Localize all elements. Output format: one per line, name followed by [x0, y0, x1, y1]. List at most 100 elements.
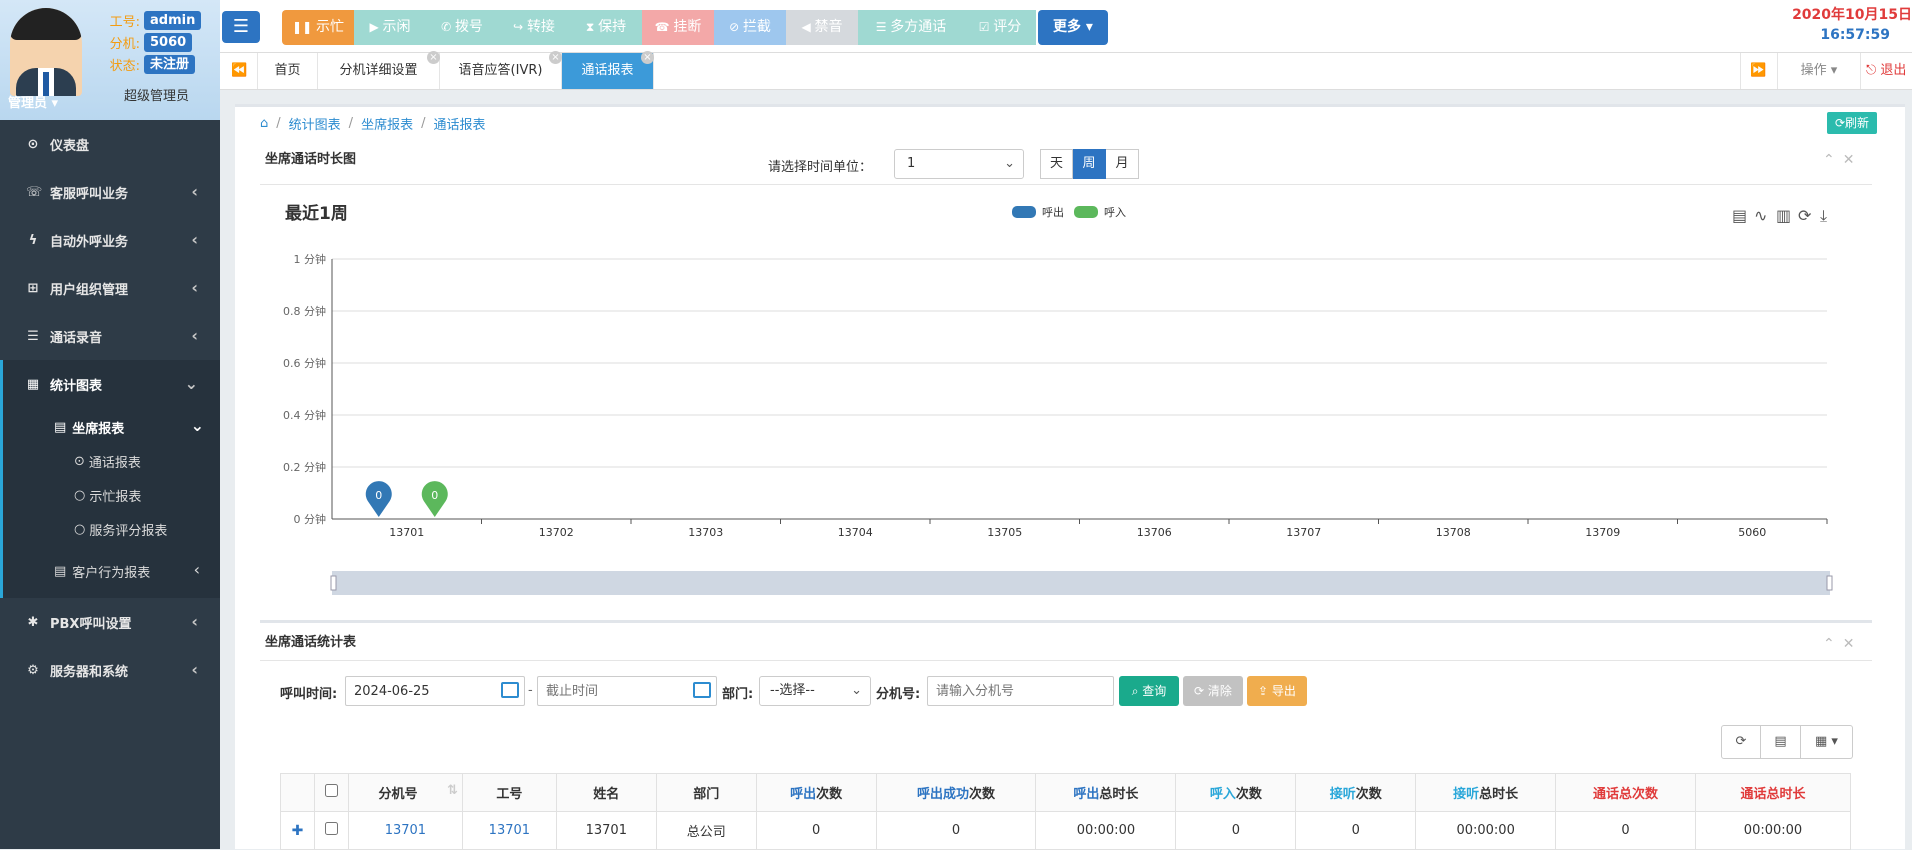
calendar-icon[interactable]: [501, 682, 519, 698]
close-icon[interactable]: ✕: [1843, 152, 1863, 168]
subitem-label: 服务评分报表: [89, 523, 168, 539]
refresh-button[interactable]: ⟳刷新: [1827, 112, 1877, 134]
sidebar-subitem-2[interactable]: ○ 服务评分报表: [0, 514, 220, 544]
zoom-slider-window[interactable]: [332, 571, 1830, 595]
search-label: 查询: [1142, 684, 1167, 698]
toolbar-button-5[interactable]: ☎ 挂断: [642, 10, 714, 45]
calendar-icon[interactable]: [693, 682, 711, 698]
table-cell: 0: [1295, 811, 1417, 850]
toolbar-button-7[interactable]: ◀ 禁音: [786, 10, 858, 45]
line-chart-icon[interactable]: ∿: [1754, 206, 1767, 225]
column-header: 部门: [655, 773, 757, 812]
tab-3[interactable]: 通话报表 ×: [562, 51, 654, 89]
unit-button-1[interactable]: 周: [1073, 149, 1106, 179]
sidebar-item-1[interactable]: ☏ 客服呼叫业务 ‹: [0, 168, 220, 216]
extension-filter-label: 分机号:: [876, 687, 921, 702]
close-icon[interactable]: ✕: [1843, 636, 1863, 652]
breadcrumb: ⌂ / 统计图表 / 坐席报表 / 通话报表: [260, 114, 486, 133]
zoom-handle-left[interactable]: [330, 575, 337, 591]
x-tick-label: 13703: [688, 526, 723, 539]
tab-2[interactable]: 语音应答(IVR) ×: [440, 51, 562, 89]
unit-button-0[interactable]: 天: [1040, 149, 1073, 179]
toggle-view-button[interactable]: ▤: [1761, 725, 1801, 759]
toolbar-button-4[interactable]: ⧗ 保持: [570, 10, 642, 45]
sidebar-sub-report[interactable]: ▤ 坐席报表 ⌄: [0, 412, 220, 442]
toolbar-button-2[interactable]: ✆ 拨号: [426, 10, 498, 45]
sidebar-item-3[interactable]: ⊞ 用户组织管理 ‹: [0, 264, 220, 312]
breadcrumb-item[interactable]: 通话报表: [433, 114, 485, 133]
bar-chart-icon[interactable]: ▥: [1776, 206, 1791, 225]
table-cell[interactable]: 13701: [461, 811, 557, 850]
dept-select[interactable]: --选择-- ⌄: [759, 676, 871, 706]
operate-dropdown[interactable]: 操作 ▾: [1777, 53, 1861, 89]
row-checkbox[interactable]: [324, 822, 338, 835]
time-unit-label: 请选择时间单位：: [768, 160, 873, 175]
select-all-checkbox[interactable]: [324, 784, 338, 797]
zoom-handle-right[interactable]: [1826, 575, 1833, 591]
admin-dropdown[interactable]: 管理员 ▾: [8, 92, 58, 111]
home-icon[interactable]: ⌂: [260, 116, 268, 131]
close-icon[interactable]: ×: [641, 51, 654, 64]
download-icon[interactable]: ⤓: [1820, 206, 1827, 225]
column-header[interactable]: 分机号 ⇅: [347, 773, 463, 812]
sidebar-item-4[interactable]: ☰ 通话录音 ‹: [0, 312, 220, 360]
sidebar-subitem-0[interactable]: ⊙ 通话报表: [0, 446, 220, 476]
toolbar-button-9[interactable]: ☑ 评分: [964, 10, 1036, 45]
extension-label: 分机:: [109, 37, 140, 52]
toolbar-button-3[interactable]: ↪ 转接: [498, 10, 570, 45]
breadcrumb-item[interactable]: 坐席报表: [361, 114, 413, 133]
column-header-highlight: 通话总时长: [1740, 787, 1806, 802]
chart-title-part: 图: [343, 152, 357, 167]
extension-search-input[interactable]: [927, 676, 1114, 706]
close-icon[interactable]: ×: [427, 51, 440, 64]
search-button[interactable]: ⌕ 查询: [1119, 676, 1179, 706]
end-date-input[interactable]: [537, 676, 717, 706]
legend-swatch[interactable]: [1074, 206, 1098, 218]
columns-button[interactable]: ▦ ▾: [1801, 725, 1853, 759]
close-icon[interactable]: ×: [549, 51, 562, 64]
worker-id-badge: admin: [144, 11, 202, 30]
hangup-icon: ☎: [654, 20, 674, 34]
unit-button-2[interactable]: 月: [1106, 149, 1139, 179]
panel-controls: ⌃✕: [1823, 636, 1862, 652]
chevron-up-icon[interactable]: ⌃: [1823, 152, 1843, 168]
refresh-icon[interactable]: ⟳: [1798, 206, 1812, 225]
check-icon: ☑: [978, 20, 994, 34]
toolbar-button-0[interactable]: ❚❚ 示忙: [282, 10, 354, 45]
plus-icon[interactable]: ✚: [292, 823, 304, 839]
toolbar-button-8[interactable]: ☰ 多方通话: [858, 10, 964, 45]
tab-1[interactable]: 分机详细设置 ×: [318, 51, 440, 89]
tab-scroll-right-button[interactable]: ⏩: [1740, 53, 1776, 89]
tab-0[interactable]: 首页: [258, 53, 318, 89]
menu-toggle-button[interactable]: ☰: [222, 11, 260, 43]
refresh-table-button[interactable]: ⟳: [1721, 725, 1761, 759]
clear-button[interactable]: ⟳ 清除: [1183, 676, 1243, 706]
toolbar-button-6[interactable]: ⊘ 拦截: [714, 10, 786, 45]
table-cell: 00:00:00: [1415, 811, 1557, 850]
breadcrumb-item[interactable]: 统计图表: [289, 114, 341, 133]
file-text-icon[interactable]: ▤: [1732, 206, 1747, 225]
start-date-input[interactable]: [345, 676, 525, 706]
sitemap-icon: ⊞: [27, 280, 39, 296]
export-button[interactable]: ⇪ 导出: [1247, 676, 1307, 706]
legend-swatch[interactable]: [1012, 206, 1036, 218]
sidebar-item-2[interactable]: ϟ 自动外呼业务 ‹: [0, 216, 220, 264]
divider: [260, 184, 1872, 185]
sidebar-subitem-1[interactable]: ○ 示忙报表: [0, 480, 220, 510]
sidebar-bottom-item-1[interactable]: ⚙ 服务器和系统 ‹: [0, 646, 220, 694]
tab-scroll-left-button[interactable]: ⏪: [222, 53, 258, 89]
sidebar-item-0[interactable]: ⊙ 仪表盘: [0, 120, 220, 168]
chevron-up-icon[interactable]: ⌃: [1823, 636, 1843, 652]
time-unit-select[interactable]: 1 ⌄: [894, 149, 1024, 179]
hourglass-icon: ⧗: [585, 20, 599, 34]
toolbar-button-10[interactable]: 更多 ▾: [1038, 10, 1108, 45]
column-header: 接听总时长: [1415, 773, 1557, 812]
toolbar-button-1[interactable]: ▶ 示闲: [354, 10, 426, 45]
phone-call-icon: ☏: [26, 184, 43, 200]
table-cell[interactable]: 13701: [347, 811, 463, 850]
sidebar-item-5[interactable]: ▦ 统计图表 ⌄: [0, 360, 220, 408]
sidebar-customer-report[interactable]: ▤ 客户行为报表 ‹: [0, 556, 220, 586]
sort-icon[interactable]: ⇅: [447, 783, 458, 798]
logout-button[interactable]: ⎋ 退出: [1866, 53, 1906, 89]
sidebar-bottom-item-0[interactable]: ✱ PBX呼叫设置 ‹: [0, 598, 220, 646]
